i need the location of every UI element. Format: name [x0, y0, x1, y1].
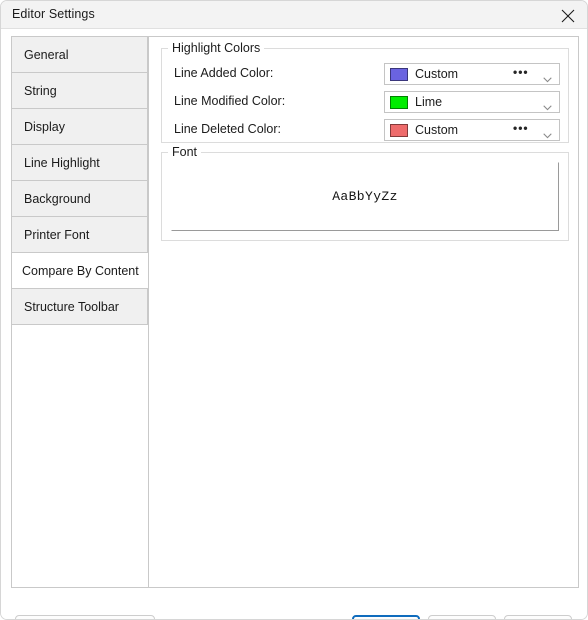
sidebar-item-general[interactable]: General	[12, 37, 148, 73]
line-deleted-color-combobox[interactable]: Custom •••	[384, 119, 560, 141]
color-swatch	[390, 124, 408, 137]
line-deleted-color-value: Custom	[415, 123, 459, 137]
chevron-down-icon[interactable]	[543, 72, 552, 83]
line-deleted-color-label: Line Deleted Color:	[174, 122, 282, 136]
line-modified-color-row: Line Modified Color: Lime	[162, 91, 568, 113]
tab-label: Line Highlight	[24, 155, 100, 170]
help-button[interactable]: Help	[504, 615, 572, 619]
close-button[interactable]	[547, 1, 587, 28]
settings-tab-list: General String Display Line Highlight Ba…	[11, 36, 149, 588]
sidebar-item-line-highlight[interactable]: Line Highlight	[12, 145, 148, 181]
line-deleted-color-more-button[interactable]: •••	[513, 122, 529, 138]
edit-syntax-schema-button[interactable]: Edit Syntax Schema...	[15, 615, 155, 619]
tab-label: Compare By Content	[22, 263, 139, 278]
line-added-color-value: Custom	[415, 67, 459, 81]
titlebar: Editor Settings	[1, 1, 587, 29]
font-group: Font AaBbYyZz	[161, 145, 569, 241]
line-added-color-more-button[interactable]: •••	[513, 66, 529, 82]
line-added-color-row: Line Added Color: Custom •••	[162, 63, 568, 85]
sidebar-item-string[interactable]: String	[12, 73, 148, 109]
font-preview-panel[interactable]: AaBbYyZz	[171, 162, 559, 231]
settings-content-pane: Highlight Colors Line Added Color: Custo…	[149, 36, 579, 588]
dialog-body: General String Display Line Highlight Ba…	[1, 29, 587, 619]
tab-label: Display	[24, 119, 65, 134]
line-deleted-color-row: Line Deleted Color: Custom •••	[162, 119, 568, 141]
line-modified-color-value: Lime	[415, 95, 443, 109]
color-swatch	[390, 68, 408, 81]
font-sample-text: AaBbYyZz	[332, 189, 398, 204]
sidebar-item-background[interactable]: Background	[12, 181, 148, 217]
font-group-title: Font	[168, 145, 202, 159]
line-modified-color-combobox[interactable]: Lime	[384, 91, 560, 113]
line-modified-color-label: Line Modified Color:	[174, 94, 286, 108]
highlight-colors-group: Highlight Colors Line Added Color: Custo…	[161, 41, 569, 143]
color-swatch	[390, 96, 408, 109]
window-title: Editor Settings	[12, 7, 95, 21]
tab-label: Printer Font	[24, 227, 90, 242]
tab-label: Background	[24, 191, 91, 206]
sidebar-item-compare-by-content[interactable]: Compare By Content	[12, 253, 148, 289]
cancel-button[interactable]: Cancel	[428, 615, 496, 619]
chevron-down-icon[interactable]	[543, 128, 552, 139]
sidebar-item-structure-toolbar[interactable]: Structure Toolbar	[12, 289, 148, 325]
sidebar-item-display[interactable]: Display	[12, 109, 148, 145]
line-added-color-label: Line Added Color:	[174, 66, 274, 80]
ok-button[interactable]: OK	[352, 615, 420, 619]
highlight-colors-title: Highlight Colors	[168, 41, 265, 55]
line-added-color-combobox[interactable]: Custom •••	[384, 63, 560, 85]
tab-label: General	[24, 47, 69, 62]
editor-settings-dialog: Editor Settings General String Display L…	[0, 0, 588, 620]
tab-label: String	[24, 83, 57, 98]
chevron-down-icon[interactable]	[543, 100, 552, 111]
sidebar-item-printer-font[interactable]: Printer Font	[12, 217, 148, 253]
tab-label: Structure Toolbar	[24, 299, 119, 314]
